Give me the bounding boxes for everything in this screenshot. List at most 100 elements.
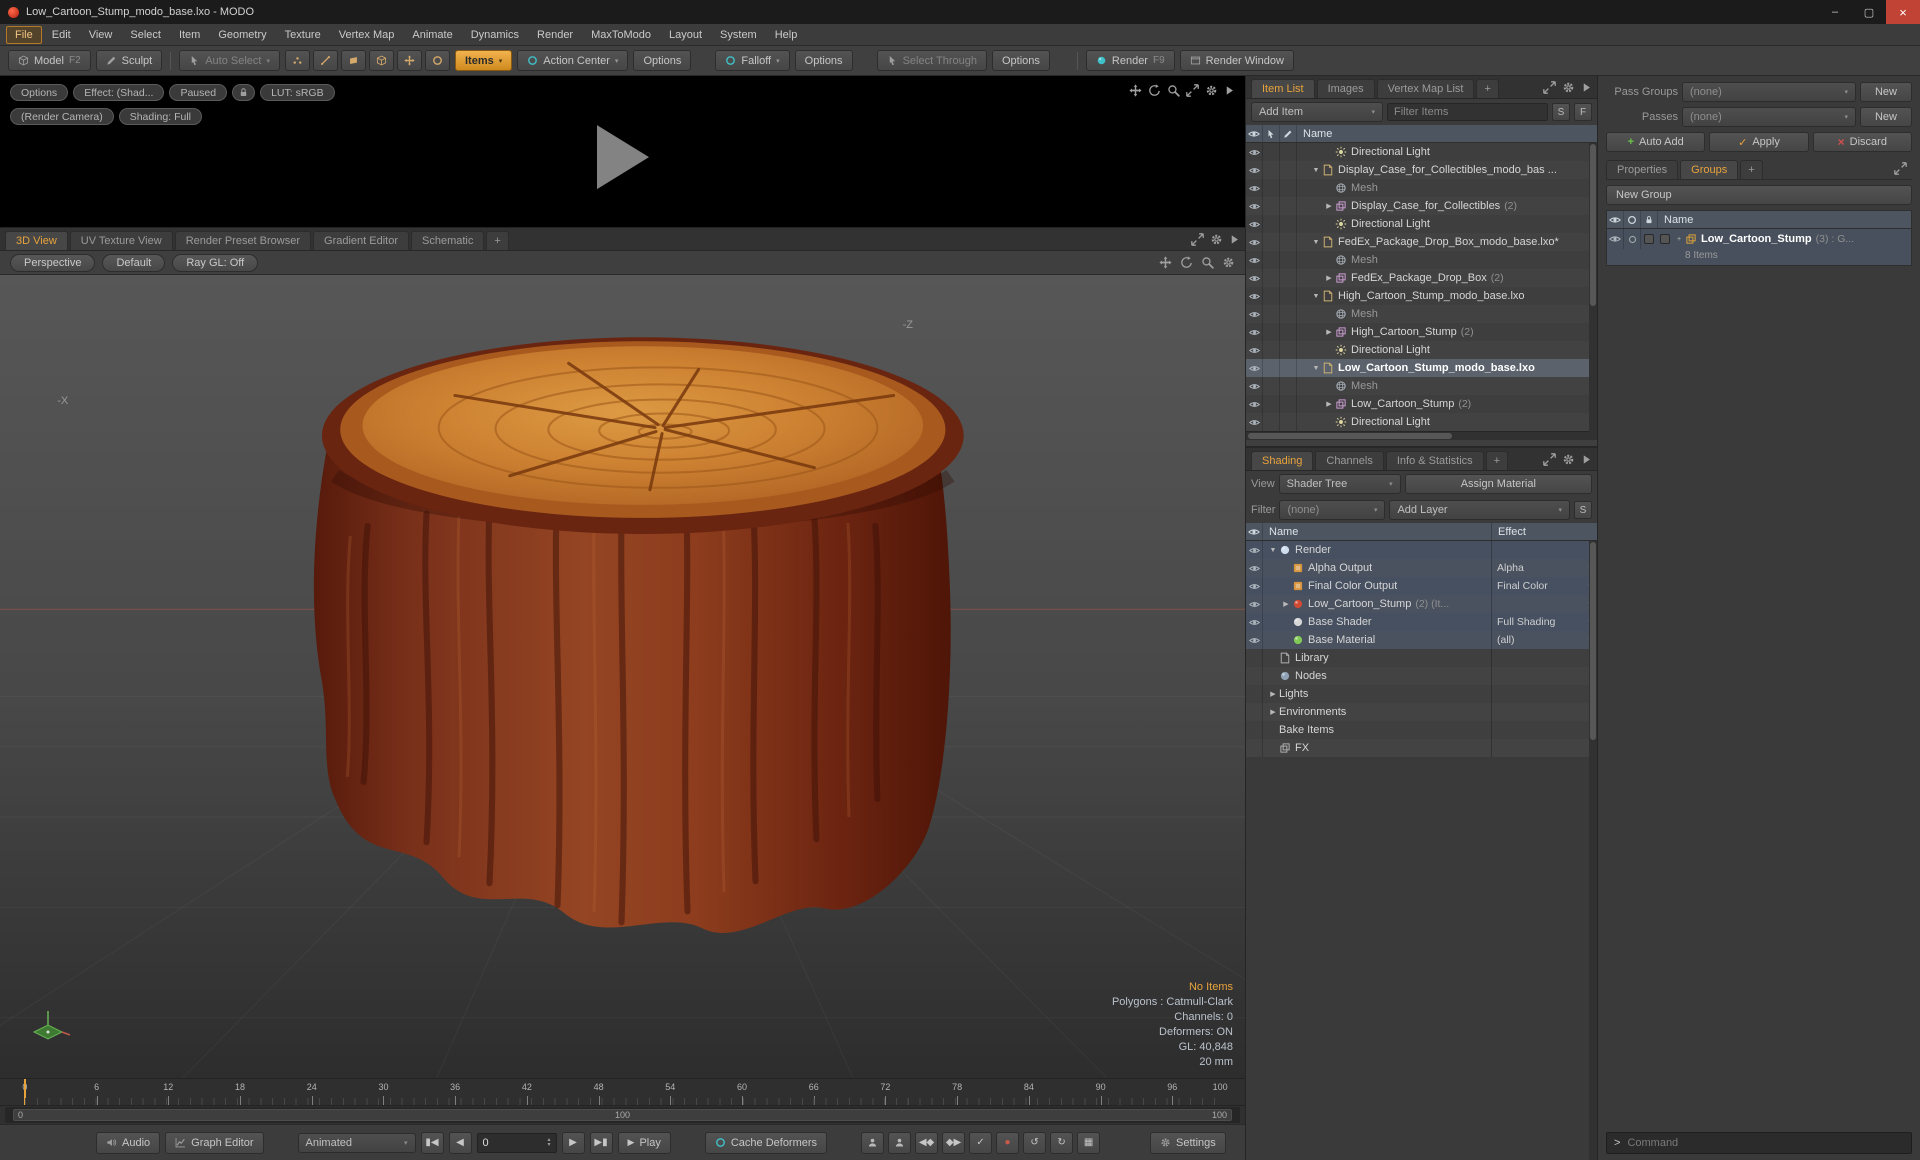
item-row[interactable]: ▼ High_Cartoon_Stump_modo_base.lxo [1246,287,1597,305]
tab-render-preset-browser[interactable]: Render Preset Browser [174,231,312,250]
visibility-toggle[interactable] [1246,305,1263,323]
minimize-button[interactable]: – [1818,0,1852,24]
model-layout-button[interactable]: Model F2 [8,50,91,71]
preview-lut-button[interactable]: LUT: sRGB [260,84,335,101]
item-row[interactable]: Directional Light [1246,215,1597,233]
effect-dropdown[interactable]: Full Shading▾ [1491,613,1597,631]
action-center-options-button[interactable]: Options [633,50,692,71]
tab-shading[interactable]: Shading [1251,451,1314,470]
menu-geometry[interactable]: Geometry [210,27,274,43]
visibility-toggle[interactable] [1607,229,1624,249]
menu-item[interactable]: Item [171,27,208,43]
preview-lock-button[interactable] [232,84,256,101]
menu-dynamics[interactable]: Dynamics [463,27,527,43]
add-layer-dropdown[interactable]: Add Layer ▾ [1389,500,1570,520]
visibility-toggle[interactable] [1246,161,1263,179]
zoom-icon[interactable] [1167,84,1180,97]
record-button[interactable]: ● [996,1131,1020,1154]
falloff-options-button[interactable]: Options [794,50,853,71]
jump-start-button[interactable]: ▮◀ [420,1131,444,1154]
next-keyframe-button[interactable]: ◆▶ [942,1131,966,1154]
menu-edit[interactable]: Edit [44,27,79,43]
select-column-header[interactable] [1263,125,1280,142]
shader-row[interactable]: Library [1246,649,1597,667]
falloff-button[interactable]: Falloff ▾ [715,50,790,71]
timeline-ruler[interactable]: 06121824303642485460667278849096 100 [0,1079,1245,1106]
key-actor-button[interactable] [861,1131,885,1154]
expander-icon[interactable]: + [1673,236,1685,243]
tab-properties[interactable]: Properties [1606,160,1679,179]
visibility-toggle[interactable] [1246,179,1263,197]
tab-3d-view[interactable]: 3D View [5,231,68,250]
expander-icon[interactable]: ▶ [1323,274,1335,282]
assign-material-button[interactable]: Assign Material [1404,474,1592,494]
3d-viewport[interactable]: -Z -X No Items Polygons : Catmull-Clark … [0,275,1245,1078]
expander-icon[interactable]: ▶ [1267,708,1279,716]
add-tab-button[interactable]: + [1485,451,1509,470]
sculpt-button[interactable]: Sculpt [95,50,163,71]
shading-style-dropdown[interactable]: Default [102,253,166,272]
panel-menu-icon[interactable] [1229,234,1240,245]
scrollbar-thumb[interactable] [1590,542,1596,741]
visibility-toggle[interactable] [1246,269,1263,287]
passes-new-button[interactable]: New [1860,107,1912,127]
preview-pause-button[interactable]: Paused [169,84,228,101]
gear-icon[interactable] [1210,233,1223,246]
expander-icon[interactable]: ▶ [1323,202,1335,210]
command-input[interactable]: > Command [1606,1132,1912,1154]
visibility-column-header[interactable] [1246,125,1263,142]
shader-row[interactable]: Bake Items [1246,721,1597,739]
anim-mode-dropdown[interactable]: Animated ▾ [297,1132,416,1153]
effect-dropdown[interactable]: (all)▾ [1491,631,1597,649]
expand-icon[interactable] [1191,233,1204,246]
gear-icon[interactable] [1562,81,1575,94]
shader-tree-v-scrollbar[interactable] [1589,541,1597,1160]
apply-button[interactable]: ✓ Apply [1709,132,1809,152]
cache-deformers-button[interactable]: Cache Deformers [704,1131,828,1154]
tab-images[interactable]: Images [1316,79,1375,98]
menu-vertex-map[interactable]: Vertex Map [331,27,403,43]
auto-key-button[interactable]: ✓ [969,1131,993,1154]
expander-icon[interactable]: ▶ [1267,690,1279,698]
add-item-dropdown[interactable]: Add Item ▾ [1251,102,1383,122]
visibility-toggle[interactable] [1246,341,1263,359]
state-toggle[interactable] [1624,229,1641,249]
move-icon[interactable] [1129,84,1142,97]
shader-row[interactable]: Final Color Output Final Color▾ [1246,577,1597,595]
expander-icon[interactable]: ▶ [1280,600,1292,608]
select-through-button[interactable]: Select Through [876,50,987,71]
axis-gizmo[interactable] [26,1001,72,1050]
tab-uv-texture-view[interactable]: UV Texture View [69,231,173,250]
item-row[interactable]: ▶ Low_Cartoon_Stump (2) [1246,395,1597,413]
tab-item-list[interactable]: Item List [1251,79,1315,98]
add-tab-button[interactable]: + [1476,79,1499,98]
shader-row[interactable]: Base Shader Full Shading▾ [1246,613,1597,631]
shader-row[interactable]: ▶ Lights [1246,685,1597,703]
group-row[interactable]: + Low_Cartoon_Stump (3) : G... [1607,229,1911,249]
visibility-toggle[interactable] [1246,323,1263,341]
expander-icon[interactable]: ▼ [1267,547,1279,554]
preview-shading-button[interactable]: Shading: Full [118,108,202,125]
polygons-mode-button[interactable] [341,50,366,71]
item-list-v-scrollbar[interactable] [1589,143,1597,437]
select-through-options-button[interactable]: Options [991,50,1050,71]
shader-row[interactable]: Nodes [1246,667,1597,685]
scrollbar-thumb[interactable] [1590,144,1596,306]
menu-file[interactable]: File [6,25,42,44]
items-mode-dropdown[interactable]: Items ▾ [455,50,513,71]
menu-help[interactable]: Help [767,27,806,43]
expand-icon[interactable] [1894,162,1907,175]
item-row[interactable]: Mesh [1246,251,1597,269]
frame-spinner-icon[interactable]: ▴ ▾ [548,1137,551,1148]
raygl-dropdown[interactable]: Ray GL: Off [172,253,259,272]
filter-items-input[interactable]: Filter Items [1387,103,1548,121]
jump-end-button[interactable]: ▶▮ [589,1131,613,1154]
item-row[interactable]: ▼ Display_Case_for_Collectibles_modo_bas … [1246,161,1597,179]
item-row[interactable]: ▶ Display_Case_for_Collectibles (2) [1246,197,1597,215]
tab-groups[interactable]: Groups [1680,160,1739,179]
visibility-toggle[interactable] [1246,559,1263,577]
expander-icon[interactable]: ▼ [1310,239,1322,246]
shader-row[interactable]: ▶ Low_Cartoon_Stump(2) (It... ▾ [1246,595,1597,613]
tab-channels[interactable]: Channels [1315,451,1384,470]
add-tab-button[interactable]: + [1740,160,1763,179]
